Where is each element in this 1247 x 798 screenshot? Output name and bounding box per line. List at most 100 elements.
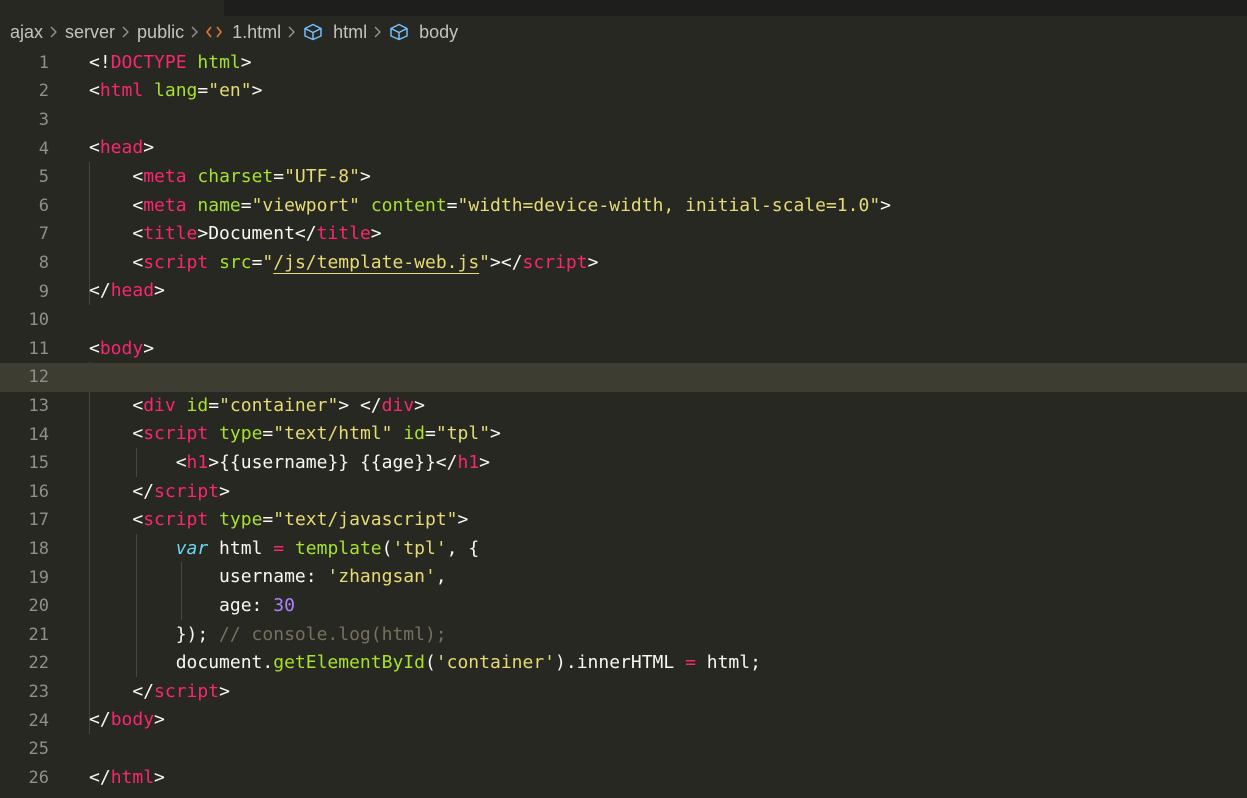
code-token: > — [479, 451, 491, 473]
code-line[interactable]: 4 <head> — [0, 134, 1247, 163]
breadcrumb-item-body[interactable]: body — [389, 22, 458, 43]
code-text: <!DOCTYPE html> — [89, 49, 252, 78]
code-token: = — [273, 165, 285, 187]
breadcrumb-item-server[interactable]: server — [65, 22, 115, 43]
code-token: DOCTYPE — [110, 51, 187, 73]
code-line[interactable]: 20 age: 30 — [0, 592, 1247, 621]
code-line[interactable]: 23 </script> — [0, 678, 1247, 707]
code-line[interactable]: 25 — [0, 735, 1247, 764]
code-line[interactable]: 26 </html> — [0, 764, 1247, 793]
code-line[interactable]: 19 username: 'zhangsan', — [0, 563, 1247, 592]
breadcrumb-item-public[interactable]: public — [137, 22, 184, 43]
code-line[interactable]: 13 <div id="container"> </div> — [0, 392, 1247, 421]
code-token: "text/javascript" — [273, 509, 458, 531]
line-number: 11 — [28, 338, 49, 359]
code-token: > — [143, 137, 155, 159]
line-number: 26 — [28, 767, 49, 788]
breadcrumb-item-ajax[interactable]: ajax — [10, 22, 43, 43]
code-token: 'container' — [435, 652, 556, 674]
breadcrumb-item-file[interactable]: 1.html — [206, 22, 281, 43]
code-token: username: — [89, 566, 328, 588]
code-line[interactable]: 11 <body> — [0, 335, 1247, 364]
code-token: </ — [89, 766, 111, 788]
line-number: 2 — [38, 81, 49, 102]
code-line[interactable]: 10 — [0, 306, 1247, 335]
code-text: document.getElementById('container').inn… — [89, 649, 761, 678]
code-token: < — [89, 451, 187, 473]
code-line[interactable]: 3 — [0, 106, 1247, 135]
code-line[interactable]: 22 document.getElementById('container').… — [0, 649, 1247, 678]
code-line[interactable]: 12 — [0, 363, 1247, 392]
code-token: < — [89, 194, 144, 216]
active-tab[interactable] — [0, 0, 224, 16]
code-text: var html = template('tpl', { — [89, 535, 479, 564]
code-line[interactable]: 7 <title>Document</title> — [0, 220, 1247, 249]
breadcrumb-file-label: 1.html — [232, 21, 282, 42]
code-token: = — [251, 251, 263, 273]
code-token: , { — [446, 537, 480, 559]
line-number: 1 — [38, 52, 49, 73]
code-token: content — [370, 194, 447, 216]
code-token: html; — [695, 652, 761, 674]
code-line[interactable]: 24 </body> — [0, 706, 1247, 735]
code-text: <meta name="viewport" content="width=dev… — [89, 192, 891, 221]
code-editor[interactable]: 1 <!DOCTYPE html> 2 <html lang="en"> 3 4 <head… — [0, 48, 1247, 798]
code-token: head — [110, 280, 155, 302]
code-line[interactable]: 5 <meta charset="UTF-8"> — [0, 163, 1247, 192]
code-token: "UTF-8" — [284, 165, 360, 187]
code-text: username: 'zhangsan', — [89, 563, 447, 592]
code-text: <meta charset="UTF-8"> — [89, 163, 371, 192]
breadcrumb-item-html[interactable]: html — [303, 22, 367, 43]
code-token: < — [89, 251, 144, 273]
code-token: // console.log(html); — [219, 623, 447, 645]
line-number: 5 — [38, 167, 49, 188]
code-line[interactable]: 8 <script src="/js/template-web.js"></sc… — [0, 249, 1247, 278]
code-token: type — [219, 509, 263, 531]
code-text: </head> — [89, 277, 165, 306]
code-line[interactable]: 18 var html = template('tpl', { — [0, 535, 1247, 564]
code-token: < — [89, 80, 100, 102]
code-line[interactable]: 14 <script type="text/html" id="tpl"> — [0, 420, 1247, 449]
code-line[interactable]: 9 </head> — [0, 277, 1247, 306]
code-token: script — [143, 509, 209, 531]
code-token: script — [143, 251, 209, 273]
code-token: < — [89, 509, 144, 531]
code-token: > — [359, 165, 371, 187]
code-token: > </ — [338, 394, 382, 416]
code-text: <script type="text/html" id="tpl"> — [89, 420, 501, 449]
chevron-right-icon — [373, 25, 382, 39]
code-token: lang — [154, 80, 198, 102]
code-line[interactable]: 1 <!DOCTYPE html> — [0, 49, 1247, 78]
line-number: 24 — [28, 710, 49, 731]
code-token: </ — [89, 709, 111, 731]
code-token: }); — [89, 623, 220, 645]
code-line[interactable]: 6 <meta name="viewport" content="width=d… — [0, 192, 1247, 221]
code-line[interactable]: 2 <html lang="en"> — [0, 77, 1247, 106]
chevron-right-icon — [287, 25, 296, 39]
code-token: >Document</ — [197, 223, 317, 245]
breadcrumb-html-label: html — [333, 21, 368, 42]
code-text: <html lang="en"> — [89, 77, 262, 106]
code-token: getElementById — [273, 652, 425, 674]
line-number: 12 — [28, 367, 49, 388]
code-text: <script src="/js/template-web.js"></scri… — [89, 249, 598, 278]
code-line[interactable]: 21 }); // console.log(html); — [0, 621, 1247, 650]
code-line[interactable]: 17 <script type="text/javascript"> — [0, 506, 1247, 535]
code-token: head — [99, 137, 144, 159]
code-token: age: — [89, 594, 274, 616]
code-token: template — [294, 537, 382, 559]
code-token: meta — [143, 165, 187, 187]
code-token: "en" — [208, 80, 252, 102]
code-token: < — [89, 337, 100, 359]
code-token: > — [457, 509, 469, 531]
code-token: "text/html" — [273, 423, 393, 445]
code-token: </ — [89, 280, 111, 302]
code-token: > — [240, 51, 252, 73]
line-number: 3 — [38, 109, 49, 130]
code-line[interactable]: 16 </script> — [0, 478, 1247, 507]
chevron-right-icon — [121, 25, 130, 39]
code-token: = — [208, 394, 220, 416]
code-line[interactable]: 15 <h1>{{username}} {{age}}</h1> — [0, 449, 1247, 478]
